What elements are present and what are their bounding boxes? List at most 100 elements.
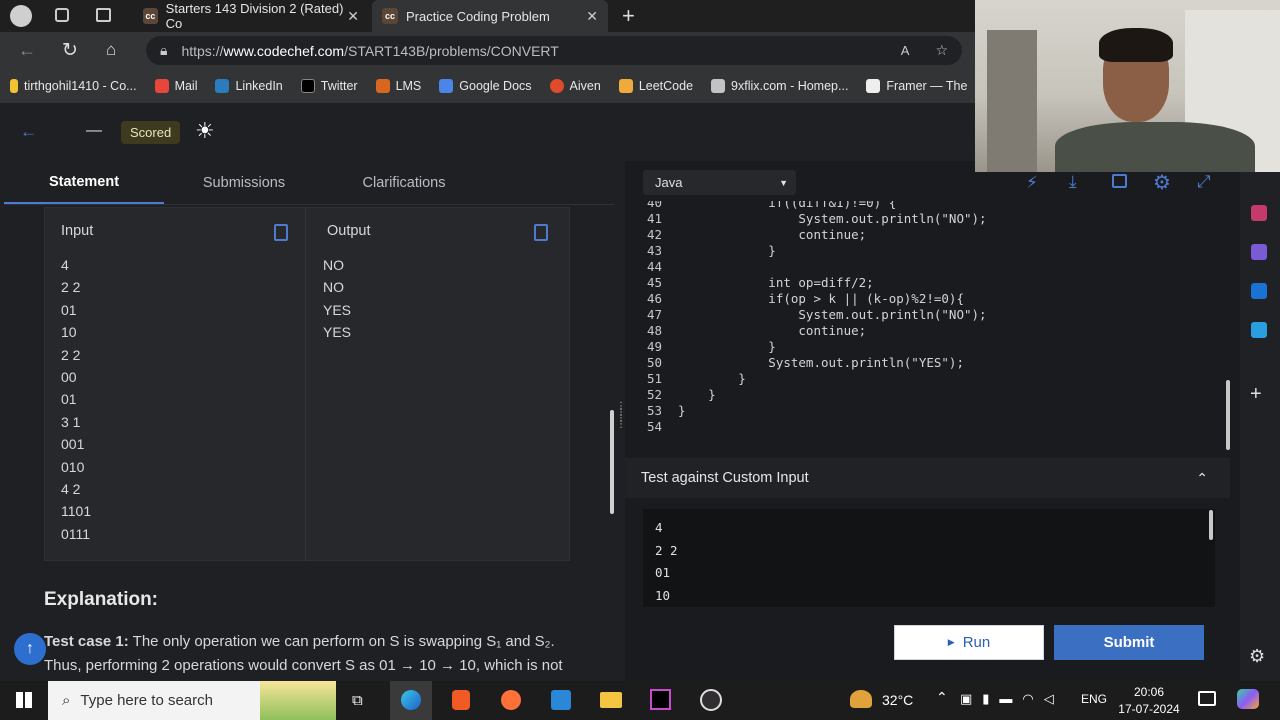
bookmark-item[interactable]: LinkedIn [215,79,283,93]
explanation-line-1: Test case 1: The only operation we can p… [44,633,555,650]
taskbar-search[interactable]: ⌕ Type here to search [48,681,336,720]
sidebar-settings-icon[interactable]: ⚙ [1249,646,1265,667]
code-text: if(op > k || (k-op)%2!=0){ [678,291,964,306]
scroll-top-icon[interactable]: ↑ [14,633,46,665]
tab-submissions[interactable]: Submissions [164,161,324,204]
chevron-up-icon[interactable]: ⌃ [1196,470,1208,487]
line-number: 47 [646,307,662,322]
editor-scrollbar[interactable] [1226,380,1230,450]
browser-tab-practice[interactable]: cc Practice Coding Problem ✕ [372,0,608,32]
close-tab-icon[interactable]: ✕ [347,8,359,25]
webcam-overlay [975,0,1280,172]
copy-output-icon[interactable] [534,224,548,241]
copy-input-icon[interactable] [274,224,288,241]
language-value: Java [655,175,683,190]
bookmarks-bar: tirthgohil1410 - Co... Mail LinkedIn Twi… [0,69,975,103]
bookmark-item[interactable]: LMS [375,79,421,93]
add-sidebar-icon[interactable]: + [1250,383,1262,406]
home-icon[interactable]: ⌂ [106,40,116,60]
tab-title: Practice Coding Problem [406,8,550,24]
favorite-star-icon[interactable]: ☆ [935,42,948,59]
play-icon: ▶ [947,637,955,647]
run-label: Run [962,634,991,651]
notifications-icon[interactable] [1198,691,1216,706]
tray-chevron-up-icon[interactable]: ⌃ [936,689,948,706]
line-number: 54 [646,419,662,434]
new-tab-icon[interactable]: + [622,3,635,29]
tab-clarifications[interactable]: Clarifications [324,161,484,204]
magic-wand-icon[interactable]: ⚡ [1026,173,1038,193]
back-arrow-icon[interactable]: ← [20,122,37,142]
bookmark-item[interactable]: Aiven [549,79,601,93]
code-line: 44 [640,259,1235,275]
line-number: 44 [646,259,662,274]
url-bar[interactable]: 🔒︎ https:// www.codechef.com /START143B/… [146,36,962,65]
windows-start-icon[interactable] [16,692,32,708]
send-icon[interactable] [1251,322,1267,338]
line-number: 52 [646,387,662,402]
tab-statement[interactable]: Statement [4,161,164,204]
custom-input-header[interactable]: Test against Custom Input ⌃ [625,458,1230,498]
store-icon[interactable] [551,690,571,710]
file-explorer-icon[interactable] [600,692,622,708]
obs-icon[interactable] [700,689,722,711]
bookmark-item[interactable]: tirthgohil1410 - Co... [10,79,137,93]
line-number: 46 [646,291,662,306]
tray-icons[interactable]: ▣▮▬◠◁ [960,691,1064,707]
webcam-door [987,30,1037,172]
test-case-label: Test case 1: [44,633,129,650]
code-text: } [678,243,776,258]
submit-button[interactable]: Submit [1054,625,1204,660]
firefox-icon[interactable] [501,690,521,710]
profile-avatar-icon[interactable] [10,5,32,27]
input-language[interactable]: ENG [1081,692,1107,706]
brave-icon[interactable] [452,690,470,710]
minimize-dash[interactable]: — [86,122,102,140]
edge-icon[interactable] [390,681,432,720]
panel-resize-handle[interactable] [610,410,614,514]
language-select[interactable]: Java ▼ [643,170,796,195]
bookmark-item[interactable]: Framer — The [866,79,967,93]
custom-input-scrollbar[interactable] [1209,510,1213,540]
play-icon [711,79,726,93]
line-number: 45 [646,275,662,290]
sidebar-app-icon[interactable] [1251,205,1267,221]
code-line: 45 int op=diff/2; [640,275,1235,291]
code-editor[interactable]: 40 if((diff&1)!=0) {41 System.out.printl… [640,201,1235,453]
bookmark-item[interactable]: LeetCode [618,79,693,93]
search-placeholder: Type here to search [80,692,213,709]
bookmark-item[interactable]: Twitter [300,79,358,93]
custom-input-textarea[interactable]: 4 2 2 01 10 [643,509,1215,607]
clock-time: 20:06 [1133,685,1165,699]
explanation-line-2: Thus, performing 2 operations would conv… [44,657,563,674]
workspaces-icon[interactable] [55,8,69,22]
aiven-icon [549,79,564,93]
browser-tab-contest[interactable]: cc Starters 143 Division 2 (Rated) Co ✕ [133,0,369,32]
download-icon[interactable]: ⤓ [1069,172,1077,192]
tab-actions-icon[interactable] [96,8,111,22]
copilot-icon[interactable] [1237,689,1259,709]
theme-sun-icon[interactable]: ☀ [195,118,215,144]
bookmark-item[interactable]: Mail [154,79,197,93]
back-icon[interactable]: ← [18,40,36,61]
sample-output: NO NO YES YES [323,254,523,344]
task-view-icon[interactable]: ⧉ [352,692,363,709]
refresh-icon[interactable]: ↻ [62,39,78,62]
fullscreen-icon[interactable]: ⤢ [1197,172,1211,192]
read-aloud-icon[interactable]: A [901,43,910,58]
reset-code-icon[interactable] [1112,174,1127,188]
code-line: 47 System.out.println("NO"); [640,307,1235,323]
run-button[interactable]: ▶ Run [894,625,1044,660]
bookmark-item[interactable]: 9xflix.com - Homep... [711,79,848,93]
input-line: 01 [61,301,77,318]
webcam-person-hair [1099,28,1173,62]
clock[interactable]: 20:06 17-07-2024 [1118,684,1180,718]
bookmark-item[interactable]: Google Docs [439,79,532,93]
close-tab-icon[interactable]: ✕ [586,8,598,25]
input-line: 4 2 [61,480,81,497]
settings-gear-icon[interactable]: ⚙ [1153,170,1171,195]
sidebar-app-icon[interactable] [1251,244,1267,260]
intellij-icon[interactable] [650,689,671,710]
lock-icon: 🔒︎ [160,42,168,58]
outlook-icon[interactable] [1251,283,1267,299]
